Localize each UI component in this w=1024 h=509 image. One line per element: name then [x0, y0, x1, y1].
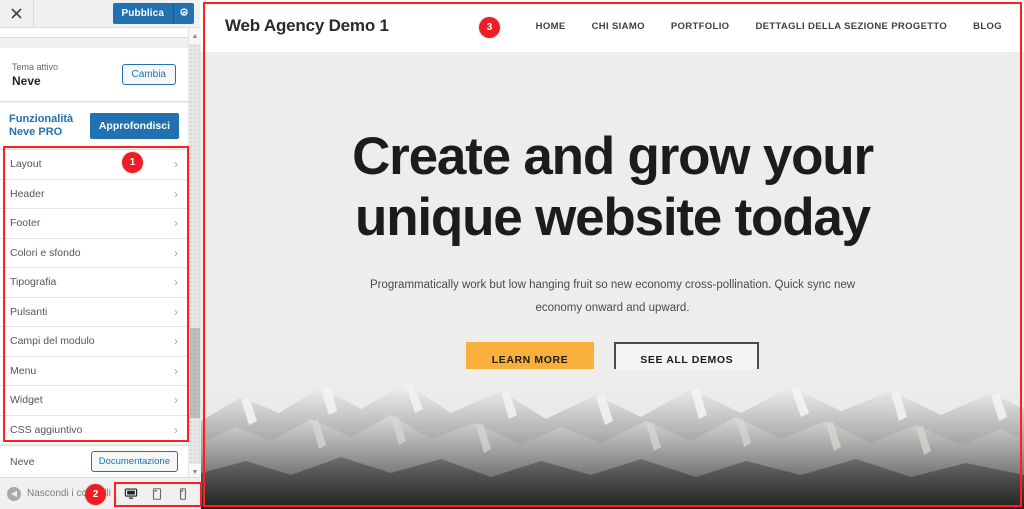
- sidebar-item-label: Campi del modulo: [10, 335, 95, 348]
- chevron-right-icon: ›: [174, 363, 178, 378]
- device-preview-controls: [118, 482, 200, 506]
- active-theme-info: Tema attivo Neve: [12, 61, 58, 89]
- customizer-menu-list: Layout › Header › Footer › Colori e sfon…: [0, 150, 188, 445]
- partial-ghost-text-left: [48, 28, 50, 36]
- sidebar-scrollbar[interactable]: ▲ ▼: [188, 28, 201, 480]
- sidebar-item-menu[interactable]: Menu ›: [0, 356, 188, 386]
- active-theme-name: Neve: [12, 73, 41, 88]
- scrollbar-thumb[interactable]: [190, 328, 200, 418]
- nav-item-blog[interactable]: BLOG: [973, 21, 1002, 32]
- chevron-right-icon: ›: [174, 334, 178, 349]
- sidebar-item-buttons[interactable]: Pulsanti ›: [0, 297, 188, 327]
- sidebar-item-label: Header: [10, 187, 45, 200]
- neve-label: Neve: [10, 455, 35, 468]
- hero-mountain-image: [201, 369, 1024, 509]
- hero-heading: Create and grow your unique website toda…: [352, 127, 874, 247]
- nav-item-chi-siamo[interactable]: CHI SIAMO: [592, 21, 645, 32]
- active-theme-label: Tema attivo: [12, 61, 59, 72]
- nav-item-dettagli-sezione-progetto[interactable]: DETTAGLI DELLA SEZIONE PROGETTO: [755, 21, 947, 32]
- neve-pro-title: Funzionalità Neve PRO: [9, 113, 74, 138]
- sidebar-item-typography[interactable]: Tipografia ›: [0, 268, 188, 298]
- mobile-icon[interactable]: [170, 482, 196, 506]
- sidebar-partial-row: [0, 28, 188, 38]
- sidebar-item-form-fields[interactable]: Campi del modulo ›: [0, 327, 188, 357]
- tablet-icon[interactable]: [144, 482, 170, 506]
- scroll-up-arrow-icon[interactable]: ▲: [189, 28, 201, 44]
- chevron-right-icon: ›: [174, 157, 178, 172]
- sidebar-item-label: Layout: [10, 158, 42, 171]
- sidebar-item-label: Footer: [10, 217, 41, 230]
- customizer-screen: Pubblica ⚙ Tema attivo Neve Cambia Funzi…: [0, 0, 1024, 509]
- hero-section: Create and grow your unique website toda…: [201, 52, 1024, 509]
- neve-pro-learn-more-button[interactable]: Approfondisci: [89, 113, 179, 139]
- sidebar-header: Pubblica ⚙: [0, 0, 200, 28]
- sidebar-item-footer[interactable]: Footer ›: [0, 209, 188, 239]
- sidebar-item-label: Tipografia: [10, 276, 57, 289]
- neve-pro-row: Funzionalità Neve PRO Approfondisci: [0, 103, 188, 150]
- customizer-sidebar: Pubblica ⚙ Tema attivo Neve Cambia Funzi…: [0, 0, 201, 509]
- nav-item-home[interactable]: HOME: [536, 21, 566, 32]
- sidebar-item-label: Colori e sfondo: [10, 246, 81, 259]
- sidebar-item-label: Menu: [10, 364, 37, 377]
- close-icon[interactable]: [0, 0, 34, 27]
- hero-subheading: Programmatically work but low hanging fr…: [369, 279, 856, 314]
- chevron-right-icon: ›: [174, 186, 178, 201]
- sidebar-item-label: Widget: [10, 394, 43, 407]
- desktop-icon[interactable]: [118, 482, 144, 506]
- sidebar-item-additional-css[interactable]: CSS aggiuntivo ›: [0, 415, 188, 445]
- gear-icon[interactable]: ⚙: [173, 3, 194, 24]
- nav-item-portfolio[interactable]: PORTFOLIO: [671, 21, 730, 32]
- sidebar-item-label: Pulsanti: [10, 305, 48, 318]
- chevron-right-icon: ›: [174, 275, 178, 290]
- documentation-button[interactable]: Documentazione: [90, 451, 178, 472]
- chevron-right-icon: ›: [174, 393, 178, 408]
- publish-button[interactable]: Pubblica: [112, 3, 173, 24]
- chevron-right-icon: ›: [174, 304, 178, 319]
- change-theme-button[interactable]: Cambia: [121, 64, 176, 85]
- partial-ghost-text-right: [74, 28, 76, 36]
- chevron-right-icon: ›: [174, 216, 178, 231]
- primary-navigation: HOME CHI SIAMO PORTFOLIO DETTAGLI DELLA …: [536, 21, 1002, 32]
- sidebar-item-layout[interactable]: Layout ›: [0, 150, 188, 180]
- sidebar-item-colors-background[interactable]: Colori e sfondo ›: [0, 238, 188, 268]
- chevron-right-icon: ›: [174, 422, 178, 437]
- active-theme-row: Tema attivo Neve Cambia: [0, 48, 188, 102]
- site-title: Web Agency Demo 1: [225, 16, 389, 35]
- site-preview-pane[interactable]: Web Agency Demo 1 HOME CHI SIAMO PORTFOL…: [201, 0, 1024, 509]
- annotation-badge-3: 3: [479, 17, 500, 38]
- site-header: Web Agency Demo 1 HOME CHI SIAMO PORTFOL…: [201, 0, 1024, 52]
- sidebar-item-header[interactable]: Header ›: [0, 179, 188, 209]
- publish-group: Pubblica ⚙: [112, 3, 194, 24]
- sidebar-item-label: CSS aggiuntivo: [10, 423, 83, 436]
- arrow-left-circle-icon: ◀: [7, 486, 21, 501]
- neve-docs-row: Neve Documentazione: [0, 445, 188, 477]
- annotation-badge-1: 1: [122, 152, 143, 173]
- sidebar-item-widget[interactable]: Widget ›: [0, 386, 188, 416]
- annotation-badge-2: 2: [85, 484, 106, 505]
- chevron-right-icon: ›: [174, 245, 178, 260]
